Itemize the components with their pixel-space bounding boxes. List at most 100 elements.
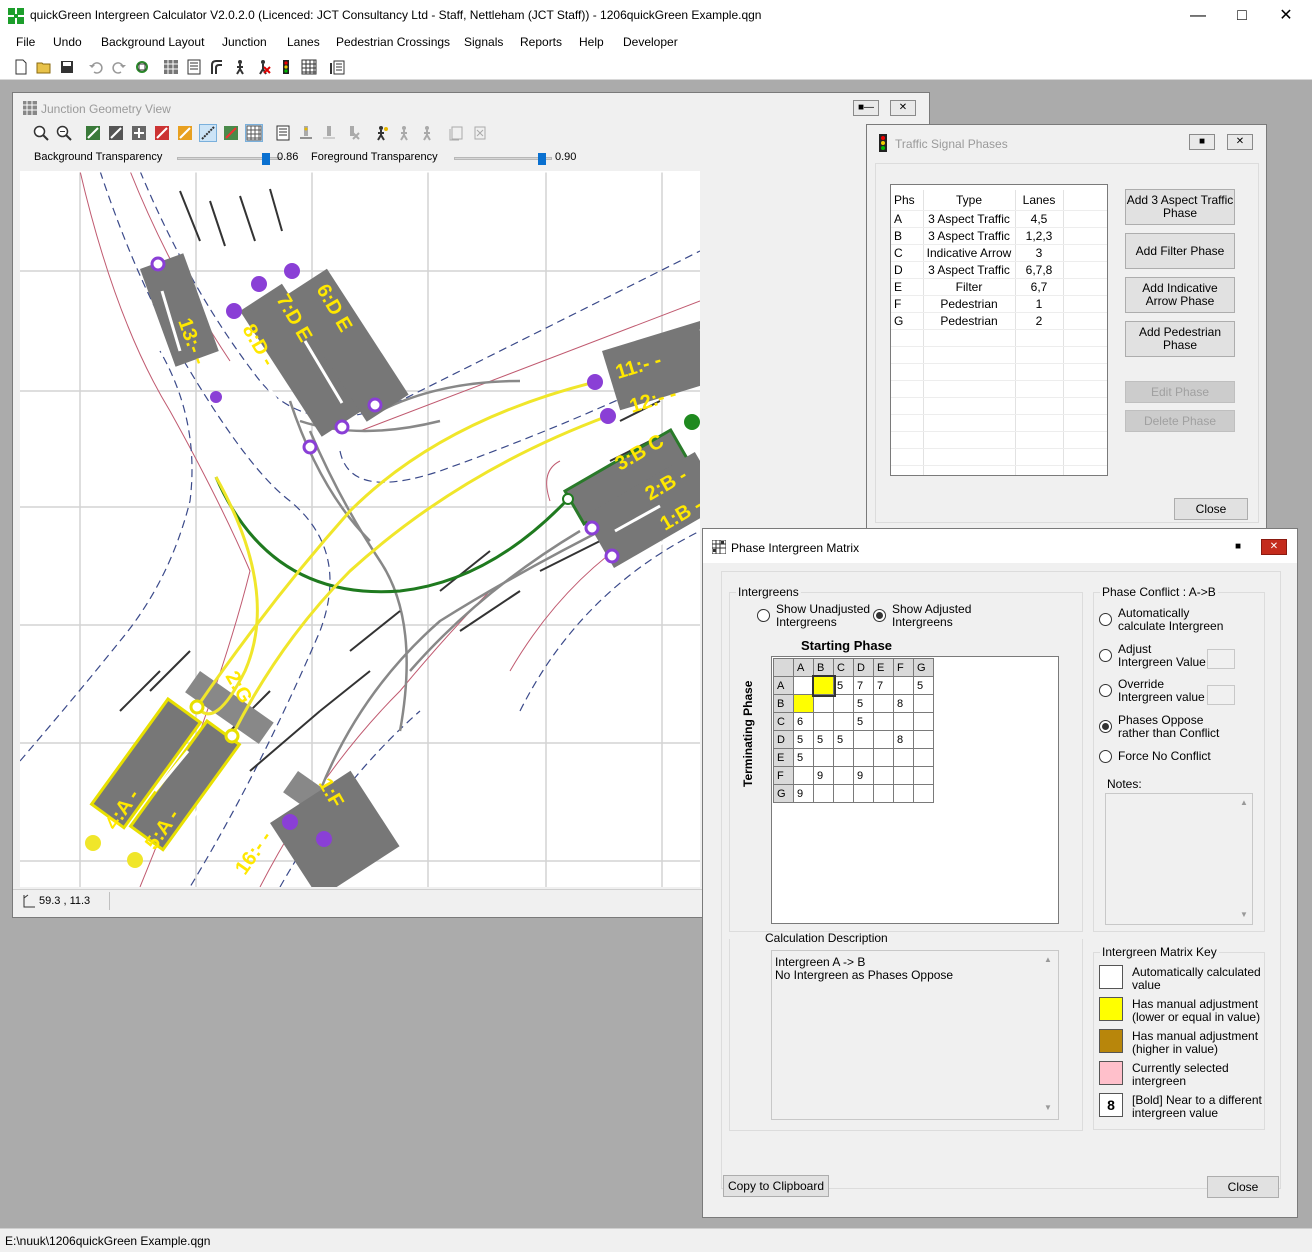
properties-icon[interactable] <box>275 125 291 141</box>
matrix-cell[interactable] <box>813 748 834 767</box>
override-intergreen-radio[interactable] <box>1099 684 1112 697</box>
matrix-cell[interactable] <box>813 712 834 731</box>
junction-canvas[interactable]: 13:- - 8:D - 7:D E 6:D E 11:- - 12:- - 3… <box>20 171 700 887</box>
auto-calc-radio[interactable] <box>1099 613 1112 626</box>
clear-view-icon[interactable] <box>471 125 487 141</box>
matrix-cell[interactable] <box>853 730 874 749</box>
matrix-cell[interactable]: 9 <box>853 766 874 785</box>
matrix-cell[interactable] <box>913 730 934 749</box>
undo-icon[interactable] <box>88 59 104 75</box>
matrix-cell[interactable]: 9 <box>793 784 814 803</box>
matrix-cell[interactable] <box>873 694 894 713</box>
matrix-cell[interactable] <box>811 674 836 697</box>
minimize-button[interactable]: — <box>1176 4 1220 28</box>
notes-textarea[interactable]: ▲ ▼ <box>1105 793 1253 925</box>
pedestrian-delete-icon[interactable] <box>255 59 271 75</box>
layer-5-icon[interactable] <box>177 125 193 141</box>
redo-icon[interactable] <box>111 59 127 75</box>
table-row[interactable]: C Indicative Arrow 3 <box>891 244 1107 262</box>
matrix-cell[interactable] <box>833 748 854 767</box>
background-transparency-slider[interactable] <box>177 153 281 165</box>
list-icon[interactable] <box>186 59 202 75</box>
menu-reports[interactable]: Reports <box>520 35 562 49</box>
phases-oppose-radio[interactable] <box>1099 720 1112 733</box>
show-adjusted-radio[interactable] <box>873 609 886 622</box>
signal-edit-icon[interactable] <box>321 125 337 141</box>
add-indicative-arrow-phase-button[interactable]: Add Indicative Arrow Phase <box>1125 277 1235 313</box>
pedestrian-icon[interactable] <box>232 59 248 75</box>
matrix-cell[interactable]: 5 <box>833 730 854 749</box>
maximize-button[interactable]: □ <box>1220 4 1264 28</box>
report-icon[interactable] <box>330 59 346 75</box>
matrix-cell[interactable] <box>913 694 934 713</box>
matrix-cell[interactable] <box>833 766 854 785</box>
matrix-cell[interactable]: 7 <box>873 676 894 695</box>
matrix-cell[interactable] <box>873 712 894 731</box>
matrix-cell[interactable]: 7 <box>853 676 874 695</box>
matrix-cell[interactable] <box>813 784 834 803</box>
junction-grid-icon[interactable] <box>163 59 179 75</box>
matrix-cell[interactable]: 5 <box>853 694 874 713</box>
matrix-cell[interactable]: 8 <box>893 694 914 713</box>
new-file-icon[interactable] <box>13 59 29 75</box>
phases-table[interactable]: Phs Type Lanes A3 Aspect Traffic 4,5 B3 A… <box>890 184 1108 476</box>
pin-icon[interactable]: ■ <box>1189 134 1215 150</box>
close-icon[interactable]: ✕ <box>890 100 916 116</box>
scroll-up-icon[interactable]: ▲ <box>1240 798 1248 807</box>
edit-phase-button[interactable]: Edit Phase <box>1125 381 1235 403</box>
table-row[interactable]: A3 Aspect Traffic 4,5 <box>891 210 1107 228</box>
layer-3-icon[interactable] <box>131 125 147 141</box>
table-row[interactable]: F Pedestrian 1 <box>891 295 1107 313</box>
grid-icon[interactable] <box>245 124 263 142</box>
matrix-cell[interactable] <box>893 766 914 785</box>
menu-developer[interactable]: Developer <box>623 35 678 49</box>
table-row[interactable]: B3 Aspect Traffic 1,2,3 <box>891 227 1107 245</box>
adjust-value-input[interactable] <box>1207 649 1235 669</box>
menu-undo[interactable]: Undo <box>53 35 82 49</box>
layer-6-icon[interactable] <box>223 125 239 141</box>
matrix-cell[interactable] <box>853 748 874 767</box>
layer-2-icon[interactable] <box>108 125 124 141</box>
matrix-cell[interactable] <box>793 694 814 713</box>
intergreen-matrix[interactable]: ABCDEFGA5775B58C65D5558E5F99G9 <box>773 658 934 803</box>
close-app-button[interactable]: ✕ <box>1264 4 1308 28</box>
pedestrian-add-icon[interactable] <box>373 125 389 141</box>
copy-to-clipboard-button[interactable]: Copy to Clipboard <box>723 1175 829 1197</box>
intergreen-matrix-panel[interactable]: ABCDEFGA5775B58C65D5558E5F99G9 <box>771 656 1059 924</box>
matrix-cell[interactable] <box>813 694 834 713</box>
matrix-cell[interactable] <box>873 766 894 785</box>
matrix-cell[interactable]: 5 <box>913 676 934 695</box>
pedestrian-remove-icon[interactable] <box>419 125 435 141</box>
matrix-cell[interactable] <box>873 730 894 749</box>
signal-delete-icon[interactable] <box>344 125 360 141</box>
matrix-cell[interactable] <box>873 748 894 767</box>
table-row[interactable]: G Pedestrian 2 <box>891 312 1107 330</box>
intergreen-close-button[interactable]: Close <box>1207 1176 1279 1198</box>
menu-junction[interactable]: Junction <box>222 35 267 49</box>
traffic-signal-icon[interactable] <box>278 59 294 75</box>
matrix-cell[interactable] <box>793 676 814 695</box>
intergreen-matrix-icon[interactable] <box>301 59 317 75</box>
add-pedestrian-phase-button[interactable]: Add Pedestrian Phase <box>1125 321 1235 357</box>
matrix-cell[interactable] <box>833 712 854 731</box>
pedestrian-edit-icon[interactable] <box>396 125 412 141</box>
matrix-cell[interactable] <box>793 766 814 785</box>
foreground-transparency-slider[interactable] <box>454 153 552 165</box>
measure-icon[interactable] <box>199 124 217 142</box>
matrix-cell[interactable] <box>893 784 914 803</box>
matrix-cell[interactable]: 5 <box>853 712 874 731</box>
matrix-cell[interactable]: 5 <box>813 730 834 749</box>
delete-phase-button[interactable]: Delete Phase <box>1125 410 1235 432</box>
pin-icon[interactable]: ■ <box>1225 539 1251 555</box>
matrix-cell[interactable] <box>893 748 914 767</box>
menu-file[interactable]: File <box>16 35 35 49</box>
close-icon[interactable]: ✕ <box>1261 539 1287 555</box>
menu-signals[interactable]: Signals <box>464 35 503 49</box>
matrix-cell[interactable]: 5 <box>833 676 854 695</box>
matrix-cell[interactable] <box>893 676 914 695</box>
matrix-cell[interactable] <box>833 694 854 713</box>
table-row[interactable]: D3 Aspect Traffic 6,7,8 <box>891 261 1107 279</box>
override-value-input[interactable] <box>1207 685 1235 705</box>
menu-help[interactable]: Help <box>579 35 604 49</box>
pin-icon[interactable]: ■— <box>853 100 879 116</box>
